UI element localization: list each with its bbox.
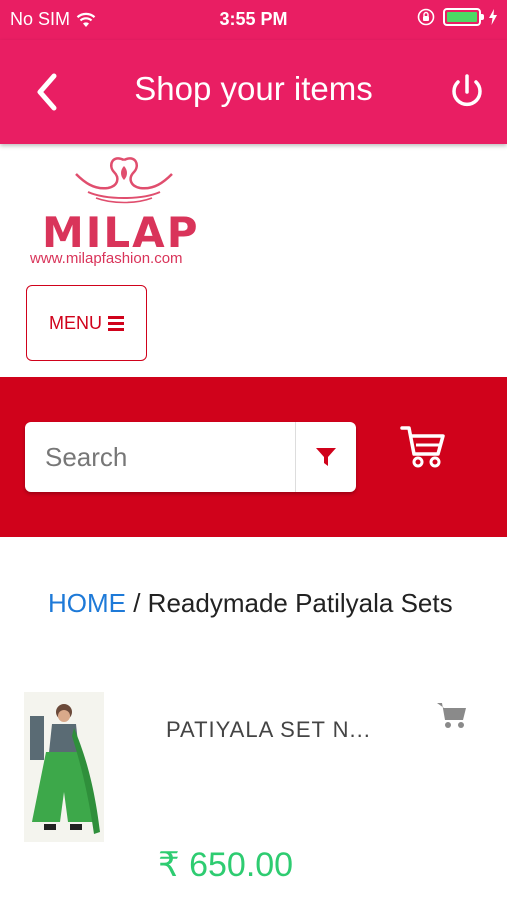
orientation-lock-icon: [417, 8, 435, 26]
search-box: [25, 422, 356, 492]
logo-url: www.milapfashion.com: [30, 250, 183, 267]
search-band: [0, 377, 507, 537]
battery-icon: [443, 8, 484, 26]
breadcrumb-current: Readymade Patilyala Sets: [147, 588, 453, 618]
breadcrumb: HOME / Readymade Patilyala Sets: [48, 585, 468, 621]
product-image[interactable]: [24, 692, 104, 842]
product-photo: [24, 692, 104, 842]
menu-button[interactable]: MENU: [26, 285, 147, 361]
breadcrumb-separator: /: [126, 588, 148, 618]
app-bar: Shop your items: [0, 40, 507, 144]
currency-symbol: ₹: [158, 846, 180, 884]
add-to-cart-icon[interactable]: [436, 700, 468, 730]
product-name[interactable]: PATIYALA SET N...: [166, 717, 371, 743]
search-input[interactable]: [25, 422, 295, 492]
filter-button[interactable]: [296, 422, 356, 492]
cart-button[interactable]: [398, 422, 448, 472]
logout-power-button[interactable]: [447, 72, 487, 112]
product-price: ₹ 650.00: [158, 845, 293, 885]
price-value: 650.00: [189, 846, 294, 884]
page-title: Shop your items: [134, 70, 373, 107]
menu-label: MENU: [49, 312, 102, 333]
swan-logo-icon: [75, 157, 173, 204]
status-bar: No SIM 3:55 PM: [0, 0, 507, 40]
charging-icon: [489, 9, 497, 25]
filter-icon: [316, 448, 336, 466]
brand-logo: MILAP www.milapfashion.com: [28, 152, 220, 272]
status-right: [417, 8, 497, 26]
breadcrumb-home-link[interactable]: HOME: [48, 588, 126, 618]
hamburger-icon: [108, 315, 124, 331]
